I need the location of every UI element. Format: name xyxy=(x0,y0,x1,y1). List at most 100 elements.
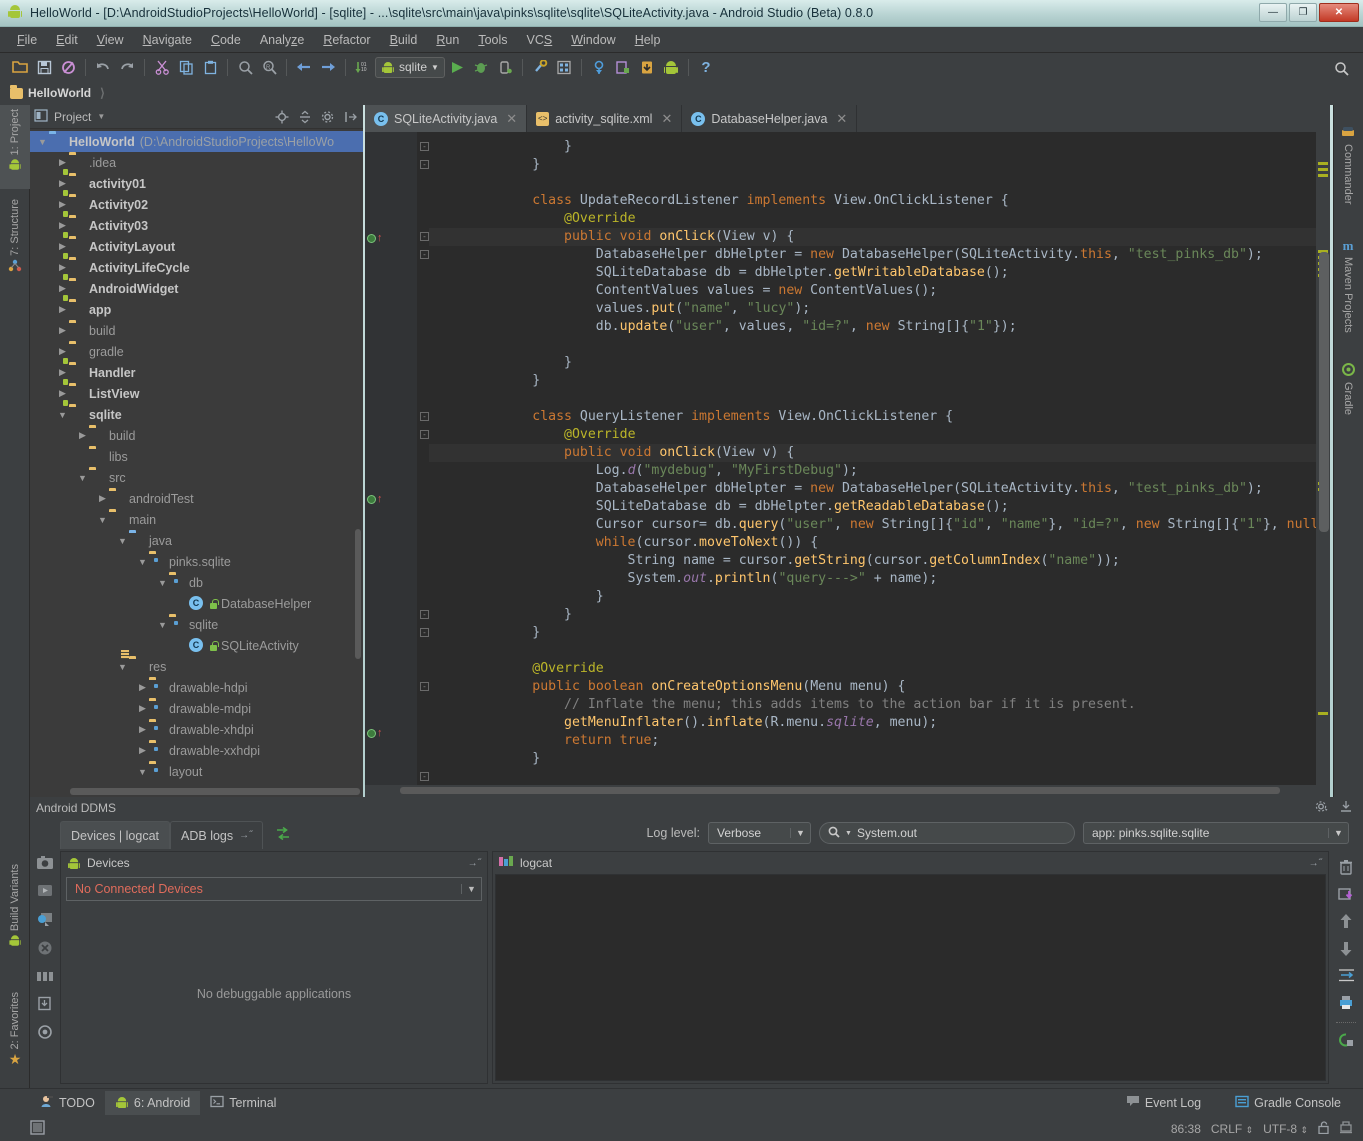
code-line[interactable]: DatabaseHelper dbHelpter = new DatabaseH… xyxy=(437,480,1330,498)
tree-expander-icon[interactable]: ▶ xyxy=(56,325,69,336)
debug-icon[interactable] xyxy=(469,56,493,78)
search-everywhere-icon[interactable] xyxy=(1329,57,1353,79)
fold-marker[interactable]: - xyxy=(420,412,429,421)
collapse-all-icon[interactable] xyxy=(296,108,313,125)
tree-node[interactable]: ▼ java xyxy=(30,530,363,551)
device-select[interactable]: No Connected Devices ▼ xyxy=(66,877,482,901)
fold-marker[interactable]: - xyxy=(420,250,429,259)
save-all-icon[interactable] xyxy=(32,56,56,78)
editor-fold-column[interactable]: - - - - - - - - - - xyxy=(417,132,429,785)
tree-expander-icon[interactable]: ▼ xyxy=(36,137,49,147)
replace-icon[interactable]: R xyxy=(257,56,281,78)
screen-record-icon[interactable] xyxy=(36,883,54,901)
tree-node[interactable]: ▶ Activity02 xyxy=(30,194,363,215)
capture-hprof-icon[interactable] xyxy=(37,996,53,1014)
gradle-console-button[interactable]: Gradle Console xyxy=(1225,1091,1351,1115)
background-tasks-icon[interactable] xyxy=(30,1119,45,1138)
terminate-icon[interactable] xyxy=(37,940,53,959)
tree-node[interactable]: ▼ sqlite xyxy=(30,614,363,635)
dump-view-hierarchy-icon[interactable] xyxy=(36,969,54,986)
code-line[interactable]: class UpdateRecordListener implements Vi… xyxy=(437,192,1330,210)
tree-node[interactable]: ▶ ActivityLayout xyxy=(30,236,363,257)
tree-expander-icon[interactable]: ▼ xyxy=(136,767,149,777)
menu-code[interactable]: Code xyxy=(202,30,250,50)
tree-expander-icon[interactable]: ▼ xyxy=(116,662,129,672)
tree-horizontal-scrollbar[interactable] xyxy=(70,788,360,795)
tree-expander-icon[interactable]: ▶ xyxy=(56,262,69,273)
tree-node[interactable]: ▼ HelloWorld (D:\AndroidStudioProjects\Hel… xyxy=(30,131,363,152)
sidebar-item-structure[interactable]: 7: Structure xyxy=(0,195,30,293)
editor-gutter[interactable]: ↑ ↑ ↑ xyxy=(365,132,417,785)
tree-expander-icon[interactable]: ▶ xyxy=(76,430,89,441)
attach-debugger-icon[interactable] xyxy=(493,56,517,78)
tree-expander-icon[interactable]: ▶ xyxy=(56,388,69,399)
trash-icon[interactable] xyxy=(1338,859,1354,878)
unlocked-icon[interactable] xyxy=(1318,1120,1329,1137)
close-icon[interactable]: ✕ xyxy=(661,111,672,127)
code-line[interactable]: } xyxy=(437,156,1330,174)
help-icon[interactable]: ? xyxy=(694,56,718,78)
tab-activity-sqlite-xml[interactable]: <> activity_sqlite.xml ✕ xyxy=(527,105,683,132)
restore-layout-icon[interactable] xyxy=(275,826,291,844)
hide-icon[interactable] xyxy=(1339,800,1353,816)
tree-node[interactable]: ▼ sqlite xyxy=(30,404,363,425)
line-separator[interactable]: CRLF ⇕ xyxy=(1211,1122,1253,1136)
editor-marker-bar[interactable] xyxy=(1316,132,1330,785)
tree-node[interactable]: ▶ drawable-xxhdpi xyxy=(30,740,363,761)
close-icon[interactable]: ✕ xyxy=(506,111,517,127)
tree-expander-icon[interactable]: ▶ xyxy=(56,304,69,315)
tree-expander-icon[interactable]: ▼ xyxy=(136,557,149,567)
code-line[interactable]: SQLiteDatabase db = dbHelpter.getWritabl… xyxy=(437,264,1330,282)
code-editor[interactable]: ↑ ↑ ↑ - - - - - - - - - - } } class UpdateRecordLis… xyxy=(365,132,1330,785)
tree-node[interactable]: ▼ db xyxy=(30,572,363,593)
code-line[interactable] xyxy=(437,390,1330,408)
restore-icon[interactable]: →˝ xyxy=(1309,858,1322,869)
menu-view[interactable]: View xyxy=(88,30,133,50)
code-line[interactable]: db.update("user", values, "id=?", new St… xyxy=(437,318,1330,336)
tree-node[interactable]: ▶ Handler xyxy=(30,362,363,383)
tab-android[interactable]: 6: Android xyxy=(104,1090,201,1115)
tree-node[interactable]: ▶ build xyxy=(30,425,363,446)
sync-gradle-icon[interactable] xyxy=(587,56,611,78)
code-line[interactable]: ContentValues values = new ContentValues… xyxy=(437,282,1330,300)
fold-marker[interactable]: - xyxy=(420,682,429,691)
back-icon[interactable] xyxy=(292,56,316,78)
down-icon[interactable] xyxy=(1339,941,1353,959)
code-line[interactable] xyxy=(437,174,1330,192)
code-line[interactable]: // Inflate the menu; this adds items to … xyxy=(437,696,1330,714)
tree-expander-icon[interactable]: ▶ xyxy=(56,283,69,294)
fold-marker[interactable]: - xyxy=(420,232,429,241)
tree-node[interactable]: ▶ ActivityLifeCycle xyxy=(30,257,363,278)
hide-icon[interactable] xyxy=(342,108,359,125)
android-icon[interactable] xyxy=(659,56,683,78)
print-icon[interactable] xyxy=(1338,995,1354,1013)
code-line[interactable]: class QueryListener implements View.OnCl… xyxy=(437,408,1330,426)
logcat-filter-input[interactable]: ▼ System.out xyxy=(819,822,1075,844)
device-monitor-icon[interactable] xyxy=(635,56,659,78)
tree-expander-icon[interactable]: ▶ xyxy=(56,367,69,378)
menu-edit[interactable]: Edit xyxy=(47,30,87,50)
menu-navigate[interactable]: Navigate xyxy=(134,30,201,50)
inspections-icon[interactable] xyxy=(1339,1120,1353,1137)
menu-analyze[interactable]: Analyze xyxy=(251,30,313,50)
tree-node[interactable]: ▶ drawable-mdpi xyxy=(30,698,363,719)
sidebar-item-maven-projects[interactable]: Maven Projects m xyxy=(1333,217,1363,337)
restart-icon[interactable] xyxy=(1338,1032,1355,1051)
settings-icon[interactable] xyxy=(319,108,336,125)
tab-sqliteactivity-java[interactable]: C SQLiteActivity.java ✕ xyxy=(365,105,528,132)
tree-expander-icon[interactable]: ▼ xyxy=(156,578,169,588)
tree-node[interactable]: ▶ androidTest xyxy=(30,488,363,509)
code-line[interactable]: } xyxy=(437,750,1330,768)
event-log-button[interactable]: Event Log xyxy=(1116,1091,1211,1115)
tab-databasehelper-java[interactable]: C DatabaseHelper.java ✕ xyxy=(682,105,858,132)
code-line[interactable]: public void onClick(View v) { xyxy=(429,444,1330,462)
override-method-gutter-icon[interactable]: ↑ xyxy=(367,728,383,739)
tree-expander-icon[interactable]: ▶ xyxy=(56,220,69,231)
code-line[interactable]: } xyxy=(437,606,1330,624)
project-tree[interactable]: ▼ HelloWorld (D:\AndroidStudioProjects\Hel… xyxy=(30,129,363,797)
open-project-icon[interactable] xyxy=(8,56,32,78)
tree-expander-icon[interactable]: ▶ xyxy=(136,724,149,735)
tree-node[interactable]: ▶ Activity03 xyxy=(30,215,363,236)
run-configuration-selector[interactable]: sqlite ▼ xyxy=(375,56,445,78)
tree-expander-icon[interactable]: ▼ xyxy=(56,410,69,420)
